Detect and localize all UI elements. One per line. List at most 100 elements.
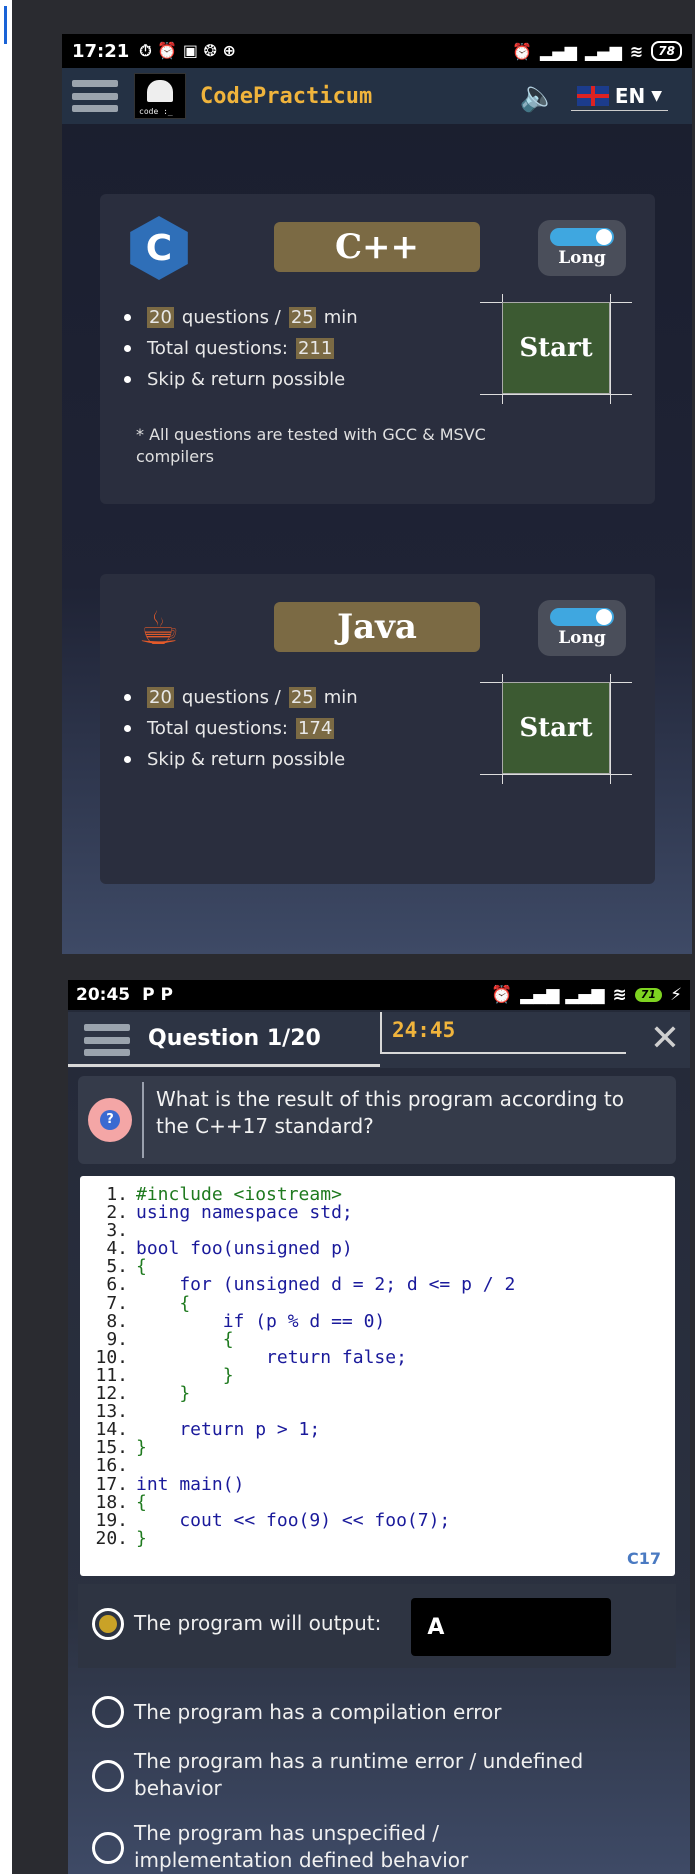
list-item: 20 questions / 25 min xyxy=(124,302,358,333)
java-logo-icon: ☕ xyxy=(138,601,180,655)
toggle-switch[interactable] xyxy=(550,228,614,246)
code-text: } xyxy=(136,1527,147,1549)
answer-output[interactable]: The program will output: xyxy=(78,1584,676,1668)
list-item: Total questions: 211 xyxy=(124,333,358,364)
code-text: int main() xyxy=(136,1473,245,1495)
course-info-list: 20 questions / 25 min Total questions: 2… xyxy=(124,302,358,395)
app-header: code :_ CodePracticum 🔈 EN ▼ xyxy=(62,68,692,124)
divider xyxy=(142,1082,144,1158)
code-text: { xyxy=(136,1292,191,1314)
code-text: { xyxy=(136,1491,147,1513)
answer-unspecified[interactable]: The program has unspecified / implementa… xyxy=(78,1820,676,1874)
countdown-timer: 24:45 xyxy=(380,1012,626,1054)
alarm-icon: ⏰ xyxy=(512,41,533,61)
screenshot-frame: 17:21 ⏱ ⏰ ▣ ❂ ⊕ ⏰ ▂▄▆ ▂▄▆ ≋ 78 code :_ C… xyxy=(0,0,695,1874)
signal-icon: ▂▄▆ xyxy=(540,41,577,61)
start-button[interactable]: Start xyxy=(502,302,610,394)
cpp-badge-icon: C xyxy=(626,1548,639,1568)
code-text: bool foo(unsigned p) xyxy=(136,1238,353,1260)
status-time: 17:21 xyxy=(72,40,130,62)
menu-icon[interactable] xyxy=(72,80,118,112)
code-text: cout << foo(9) << foo(7); xyxy=(136,1509,451,1531)
toggle-switch[interactable] xyxy=(550,608,614,626)
edge-accent xyxy=(4,6,7,44)
code-text: } xyxy=(136,1383,191,1405)
output-input[interactable] xyxy=(411,1598,612,1656)
radio-unselected[interactable] xyxy=(92,1696,124,1728)
question-box: ? What is the result of this program acc… xyxy=(78,1076,676,1164)
app-logo: code :_ xyxy=(134,73,186,119)
answer-options: The program will output: The program has… xyxy=(78,1584,676,1874)
radio-selected[interactable] xyxy=(92,1608,124,1640)
toggle-label: Long xyxy=(558,628,606,648)
logo-figure-icon xyxy=(147,80,173,102)
line-number: 6. xyxy=(106,1274,128,1296)
uk-flag-icon xyxy=(576,85,609,106)
tab-underline xyxy=(68,1064,380,1067)
cpp-logo-icon: C xyxy=(124,214,194,282)
code-line: 19. cout << foo(9) << foo(7); xyxy=(80,1509,675,1531)
course-list-screen: 17:21 ⏱ ⏰ ▣ ❂ ⊕ ⏰ ▂▄▆ ▂▄▆ ≋ 78 code :_ C… xyxy=(62,34,692,954)
line-number: 16. xyxy=(95,1455,128,1477)
start-button-frame: Start xyxy=(480,674,632,784)
language-selector[interactable]: EN ▼ xyxy=(570,82,668,111)
status-time: 20:45 xyxy=(76,985,131,1005)
course-title: Java xyxy=(274,602,480,652)
start-button[interactable]: Start xyxy=(502,682,610,774)
code-line: 17. int main() xyxy=(80,1473,675,1495)
question-screen: 20:45 P P ⏰ ▂▄▆ ▂▄▆ ≋ 71 ⚡ Question 1/20… xyxy=(68,980,690,1874)
close-icon[interactable]: ✕ xyxy=(650,1018,680,1059)
length-toggle[interactable]: Long xyxy=(538,600,626,656)
code-text: return p > 1; xyxy=(136,1419,321,1441)
wifi-icon: ≋ xyxy=(612,985,627,1005)
course-card-java: ☕ Java Long 20 questions / 25 min Total … xyxy=(100,574,655,884)
line-number: 18. xyxy=(95,1491,128,1513)
list-item: Total questions: 174 xyxy=(124,713,358,744)
code-listing: 1. #include <iostream> 2. using namespace s… xyxy=(80,1176,675,1576)
list-item: Skip & return possible xyxy=(124,744,358,775)
charging-icon: ⚡ xyxy=(670,985,682,1005)
left-edge-strip xyxy=(0,0,12,1874)
answer-label: The program has unspecified / implementa… xyxy=(134,1821,469,1872)
brand-title: CodePracticum xyxy=(200,83,373,109)
wifi-icon: ≋ xyxy=(629,41,644,61)
question-header: Question 1/20 24:45 ✕ xyxy=(68,1012,690,1068)
answer-label: The program has a runtime error / undefi… xyxy=(134,1749,584,1800)
code-line: 2. using namespace std; xyxy=(80,1202,675,1224)
cpp17-badge: C17 xyxy=(626,1548,661,1568)
logo-text: code :_ xyxy=(139,107,173,116)
answer-runtime-error[interactable]: The program has a runtime error / undefi… xyxy=(78,1748,676,1802)
code-line: 16. xyxy=(80,1457,675,1475)
status-bar: 17:21 ⏱ ⏰ ▣ ❂ ⊕ ⏰ ▂▄▆ ▂▄▆ ≋ 78 xyxy=(62,34,692,68)
toggle-label: Long xyxy=(558,248,606,268)
parking-icon: P P xyxy=(142,985,173,1005)
menu-icon[interactable] xyxy=(84,1024,130,1056)
code-line: 7. { xyxy=(80,1292,675,1314)
status-bar: 20:45 P P ⏰ ▂▄▆ ▂▄▆ ≋ 71 ⚡ xyxy=(68,980,690,1010)
answer-compile-error[interactable]: The program has a compilation error xyxy=(78,1696,676,1728)
code-text: for (unsigned d = 2; d <= p / 2 xyxy=(136,1274,516,1296)
list-item: 20 questions / 25 min xyxy=(124,682,358,713)
speaker-icon[interactable]: 🔈 xyxy=(519,79,556,114)
radio-unselected[interactable] xyxy=(92,1760,124,1792)
course-card-cpp: C C++ Long 20 questions / 25 min Total q… xyxy=(100,194,655,504)
signal-icon: ▂▄▆ ▂▄▆ xyxy=(520,985,605,1005)
length-toggle[interactable]: Long xyxy=(538,220,626,276)
radio-unselected[interactable] xyxy=(92,1832,124,1864)
language-code: EN xyxy=(614,83,646,108)
timer-icon: ⏱ ⏰ ▣ ❂ ⊕ xyxy=(139,41,236,60)
battery-indicator: 78 xyxy=(651,41,682,61)
signal-icon-2: ▂▄▆ xyxy=(584,41,622,61)
course-title: C++ xyxy=(274,222,480,272)
list-item: Skip & return possible xyxy=(124,364,358,395)
code-line: 18. { xyxy=(80,1491,675,1513)
start-button-frame: Start xyxy=(480,294,632,404)
compiler-note: * All questions are tested with GCC & MS… xyxy=(136,425,486,466)
code-line: 20.} xyxy=(80,1527,675,1549)
course-info-list: 20 questions / 25 min Total questions: 1… xyxy=(124,682,358,775)
code-text: using namespace std; xyxy=(136,1202,353,1224)
code-line: 15.} xyxy=(80,1439,675,1457)
question-counter: Question 1/20 xyxy=(148,1026,321,1051)
line-number: 20. xyxy=(95,1527,128,1549)
code-line: 4. bool foo(unsigned p) xyxy=(80,1240,675,1258)
